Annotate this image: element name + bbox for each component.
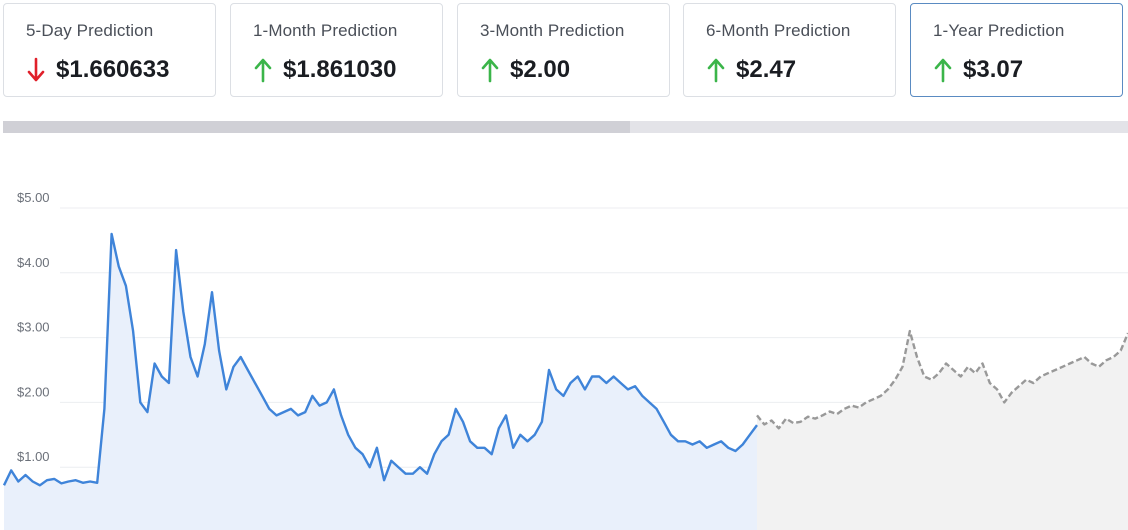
prediction-card-1-month[interactable]: 1-Month Prediction $1.861030 (230, 3, 443, 97)
prediction-value-row: $1.660633 (26, 54, 169, 86)
prediction-value-row: $2.47 (706, 54, 796, 86)
prediction-value: $1.660633 (56, 56, 170, 83)
y-tick-label: $3.00 (17, 320, 50, 335)
prediction-value: $2.47 (736, 56, 797, 83)
prediction-value: $1.861030 (283, 56, 397, 83)
prediction-label: 6-Month Prediction (706, 21, 851, 40)
forecast-area (757, 331, 1128, 530)
prediction-label: 1-Year Prediction (933, 21, 1065, 40)
prediction-value-row: $2.00 (480, 54, 570, 86)
arrow-up-icon (253, 57, 273, 83)
prediction-card-3-month[interactable]: 3-Month Prediction $2.00 (457, 3, 670, 97)
chart-scrollbar-thumb[interactable] (3, 121, 630, 133)
chart-scrollbar-track[interactable] (3, 121, 1128, 133)
y-tick-label: $4.00 (17, 255, 50, 270)
prediction-value-row: $3.07 (933, 54, 1023, 86)
prediction-label: 5-Day Prediction (26, 21, 154, 40)
arrow-up-icon (933, 57, 953, 83)
price-chart: $0.00$1.00$2.00$3.00$4.00$5.00 (2, 190, 1128, 530)
arrow-down-icon (26, 57, 46, 83)
prediction-value-row: $1.861030 (253, 54, 396, 86)
prediction-label: 3-Month Prediction (480, 21, 625, 40)
prediction-value: $2.00 (510, 56, 571, 83)
prediction-value: $3.07 (963, 56, 1024, 83)
y-tick-label: $1.00 (17, 449, 50, 464)
prediction-card-1-year[interactable]: 1-Year Prediction $3.07 (910, 3, 1123, 97)
prediction-label: 1-Month Prediction (253, 21, 398, 40)
prediction-cards: 5-Day Prediction $1.660633 1-Month Predi… (0, 0, 1128, 100)
prediction-card-5-day[interactable]: 5-Day Prediction $1.660633 (3, 3, 216, 97)
prediction-card-6-month[interactable]: 6-Month Prediction $2.47 (683, 3, 896, 97)
y-tick-label: $5.00 (17, 190, 50, 205)
arrow-up-icon (480, 57, 500, 83)
historical-area (4, 233, 757, 530)
arrow-up-icon (706, 57, 726, 83)
y-tick-label: $2.00 (17, 384, 50, 399)
